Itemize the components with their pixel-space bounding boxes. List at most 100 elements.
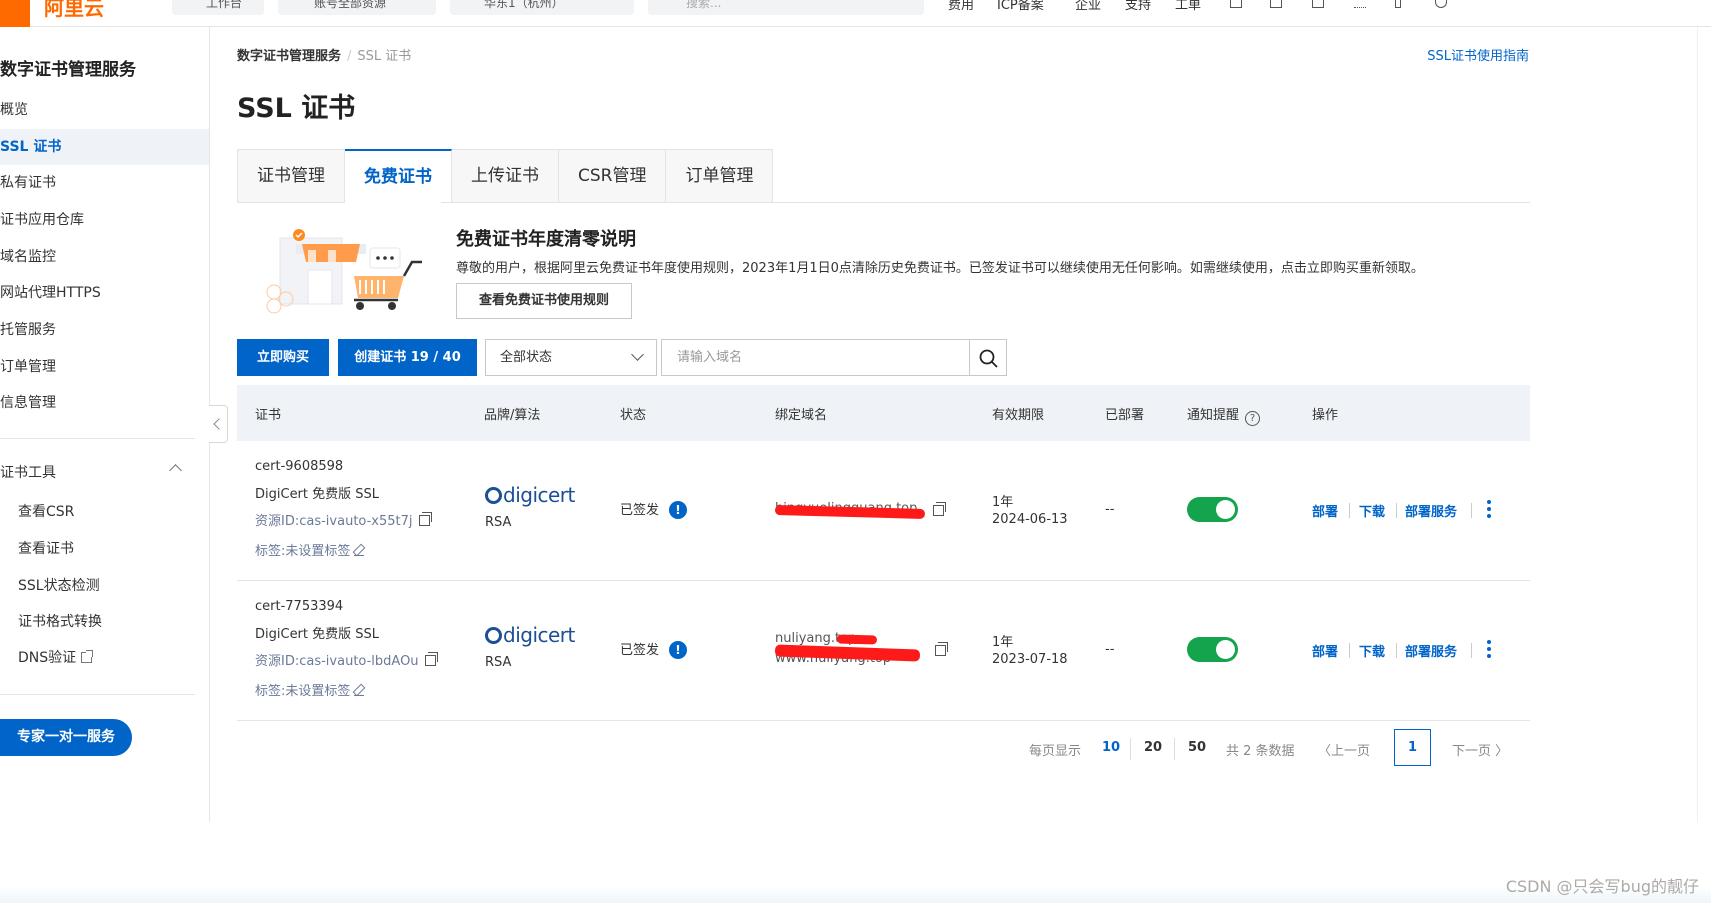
vertical-scrollbar[interactable] [1697,27,1711,823]
sidebar-item-private-cert[interactable]: 私有证书 [0,165,209,201]
sidebar-item-cert-repo[interactable]: 证书应用仓库 [0,202,209,238]
sidebar-item-domain-monitor[interactable]: 域名监控 [0,239,209,275]
top-search-input[interactable]: 搜索... [648,0,924,15]
sidebar-item-proxy-https[interactable]: 网站代理HTTPS [0,275,209,311]
message-icon[interactable] [1270,0,1282,8]
region-selector[interactable]: 华东1（杭州） [450,0,634,15]
dns-verify-label: DNS验证 [18,650,77,666]
chevron-up-icon[interactable] [169,464,182,477]
tab-free-cert[interactable]: 免费证书 [345,149,452,203]
redaction-mark [836,634,878,645]
buy-now-button[interactable]: 立即购买 [237,339,329,376]
expert-service-button[interactable]: 专家一对一服务 [0,719,132,756]
notify-toggle[interactable] [1187,637,1238,662]
create-cert-button[interactable]: 创建证书 19 / 40 [338,339,477,376]
question-circle-icon[interactable]: ? [1245,411,1261,426]
resource-button[interactable]: 账号全部资源 [278,0,436,15]
deploy-link[interactable]: 部署 [1312,501,1338,520]
copy-icon[interactable] [933,502,946,516]
top-navigation-bar: 阿里云 工作台 账号全部资源 华东1（杭州） 搜索... 费用 ICP备案 企业… [0,0,1711,27]
view-free-cert-rules-button[interactable]: 查看免费证书使用规则 [456,283,632,319]
th-status: 状态 [620,408,647,423]
workbench-button[interactable]: 工作台 [172,0,264,15]
pager-separator [1174,738,1175,760]
tabs-divider [441,202,1530,203]
external-link-icon [81,650,94,663]
menu-support[interactable]: 支持 [1125,0,1151,13]
domain-search-input[interactable] [661,339,970,376]
prev-page-button[interactable]: 〈上一页 [1318,740,1370,759]
download-link[interactable]: 下载 [1359,501,1385,520]
ssl-guide-link[interactable]: SSL证书使用指南 [1427,45,1529,64]
terminal-icon[interactable] [1230,0,1242,8]
deploy-service-link[interactable]: 部署服务 [1405,641,1457,660]
menu-enterprise[interactable]: 企业 [1075,0,1101,13]
page-size-20[interactable]: 20 [1144,740,1162,755]
tab-bar: 证书管理 免费证书 上传证书 CSR管理 订单管理 [237,149,774,203]
sidebar-item-dns-verify[interactable]: DNS验证 [0,640,209,676]
menu-icp[interactable]: ICP备案 [997,0,1044,13]
page-size-50[interactable]: 50 [1188,740,1206,755]
sidebar-item-ssl-check[interactable]: SSL状态检测 [0,568,209,604]
notify-toggle[interactable] [1187,497,1238,522]
th-deployed: 已部署 [1105,408,1145,423]
deploy-service-link[interactable]: 部署服务 [1405,501,1457,520]
cert-id[interactable]: cert-7753394 [255,599,343,614]
edit-icon[interactable] [354,686,365,696]
sidebar-item-managed-service[interactable]: 托管服务 [0,312,209,348]
page-1-button[interactable]: 1 [1394,729,1431,766]
cart-icon[interactable] [1395,0,1401,8]
copy-icon[interactable] [424,652,438,666]
sidebar-item-format-convert[interactable]: 证书格式转换 [0,604,209,640]
sidebar-item-overview[interactable]: 概览 [0,92,209,128]
status-select-value: 全部状态 [500,350,553,365]
sidebar-title: 数字证书管理服务 [0,60,136,80]
search-button[interactable] [969,339,1007,376]
more-vertical-icon[interactable] [1487,500,1491,518]
sidebar-collapse-handle[interactable] [209,405,228,443]
edit-icon[interactable] [354,546,365,556]
cert-name: DigiCert 免费版 SSL [255,487,380,502]
sidebar-item-view-cert[interactable]: 查看证书 [0,531,209,567]
cert-id[interactable]: cert-9608598 [255,459,343,474]
breadcrumb-current: SSL 证书 [357,49,412,64]
status-select[interactable]: 全部状态 [485,339,657,376]
tab-order-manage[interactable]: 订单管理 [666,149,774,203]
exclamation-circle-icon[interactable]: ! [669,501,688,519]
bell-icon[interactable] [1312,0,1324,8]
copy-icon[interactable] [418,512,432,526]
page-size-10[interactable]: 10 [1102,740,1120,755]
more-vertical-icon[interactable] [1487,640,1491,658]
tab-cert-manage[interactable]: 证书管理 [237,149,345,203]
search-icon [979,349,998,368]
sidebar-item-orders[interactable]: 订单管理 [0,349,209,385]
menu-ticket[interactable]: 工单 [1175,0,1201,13]
breadcrumb: 数字证书管理服务 / SSL 证书 [237,45,411,64]
th-notify: 通知提醒? [1187,404,1261,426]
copy-icon[interactable] [935,642,948,656]
tab-upload-cert[interactable]: 上传证书 [452,149,559,203]
next-page-button[interactable]: 下一页 〉 [1452,740,1508,759]
breadcrumb-root[interactable]: 数字证书管理服务 [237,49,341,64]
sidebar-group-cert-tools[interactable]: 证书工具 [0,462,195,482]
sidebar-item-info-manage[interactable]: 信息管理 [0,385,209,421]
help-icon[interactable] [1435,0,1447,8]
tag-cell[interactable]: 标签:未设置标签 [255,680,365,699]
sidebar-item-view-csr[interactable]: 查看CSR [0,494,209,530]
cert-name: DigiCert 免费版 SSL [255,627,380,642]
aliyun-logo-icon[interactable] [0,0,30,27]
logo-text[interactable]: 阿里云 [44,0,104,21]
tab-csr-manage[interactable]: CSR管理 [559,149,667,203]
exclamation-circle-icon[interactable]: ! [669,641,688,659]
deploy-link[interactable]: 部署 [1312,641,1338,660]
tag-cell[interactable]: 标签:未设置标签 [255,540,365,559]
th-actions: 操作 [1312,408,1339,423]
digicert-logo: digicert [485,623,575,647]
menu-fees[interactable]: 费用 [948,0,974,13]
sidebar-item-ssl-cert[interactable]: SSL 证书 [0,129,209,165]
resource-id-text: 资源ID:cas-ivauto-x55t7j [255,514,413,529]
apps-icon[interactable] [1354,0,1366,8]
sidebar-group-label: 证书工具 [0,465,56,481]
download-link[interactable]: 下载 [1359,641,1385,660]
tag-text: 标签:未设置标签 [255,544,351,559]
